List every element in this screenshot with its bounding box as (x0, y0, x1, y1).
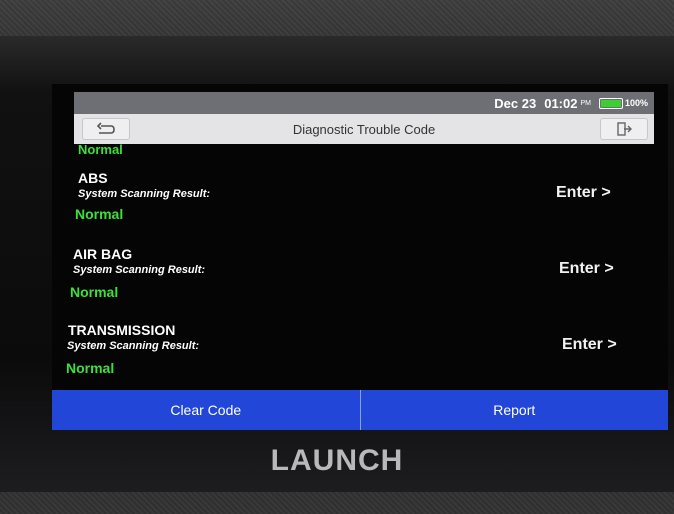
clear-code-button[interactable]: Clear Code (52, 390, 360, 430)
status-ampm: PM (580, 99, 591, 107)
scan-result-label: System Scanning Result: (67, 340, 200, 352)
scan-results-list: Normal ABS System Scanning Result: Norma… (52, 142, 668, 390)
bezel-texture-top (0, 0, 674, 36)
back-button[interactable] (82, 118, 130, 140)
status-date: Dec 23 (494, 95, 537, 111)
page-title: Diagnostic Trouble Code (292, 121, 436, 137)
title-bar: Diagnostic Trouble Code (74, 114, 654, 144)
partial-result-normal: Normal (78, 142, 123, 157)
enter-button-transmission[interactable]: Enter > (562, 336, 617, 354)
system-name: TRANSMISSION (68, 322, 176, 338)
scan-result-value: Normal (70, 284, 119, 300)
list-item-abs[interactable]: ABS System Scanning Result: Normal Enter… (52, 166, 668, 244)
bezel-texture-bottom (0, 492, 674, 514)
list-item-airbag[interactable]: AIR BAG System Scanning Result: Normal E… (52, 242, 668, 320)
scan-result-value: Normal (75, 206, 124, 222)
scan-result-label: System Scanning Result: (73, 264, 206, 276)
device-screen: Dec 23 01:02 PM 100% Diagnostic Trouble … (52, 84, 668, 430)
scan-result-label: System Scanning Result: (78, 188, 211, 200)
status-time: 01:02 (544, 95, 578, 111)
scan-result-value: Normal (66, 360, 115, 376)
status-bar: Dec 23 01:02 PM 100% (74, 92, 654, 114)
system-name: AIR BAG (73, 246, 133, 262)
battery-icon (598, 97, 623, 109)
brand-logo: LAUNCH (270, 444, 404, 477)
list-item-transmission[interactable]: TRANSMISSION System Scanning Result: Nor… (52, 318, 668, 396)
report-button[interactable]: Report (359, 390, 668, 430)
battery-percent: 100% (624, 98, 648, 108)
exit-button[interactable] (600, 118, 648, 140)
system-name: ABS (78, 170, 108, 186)
enter-button-abs[interactable]: Enter > (556, 184, 611, 202)
enter-button-airbag[interactable]: Enter > (559, 260, 614, 278)
back-arrow-icon (96, 122, 115, 134)
exit-icon (617, 122, 632, 136)
bottom-action-bar: Clear Code Report (52, 390, 668, 430)
